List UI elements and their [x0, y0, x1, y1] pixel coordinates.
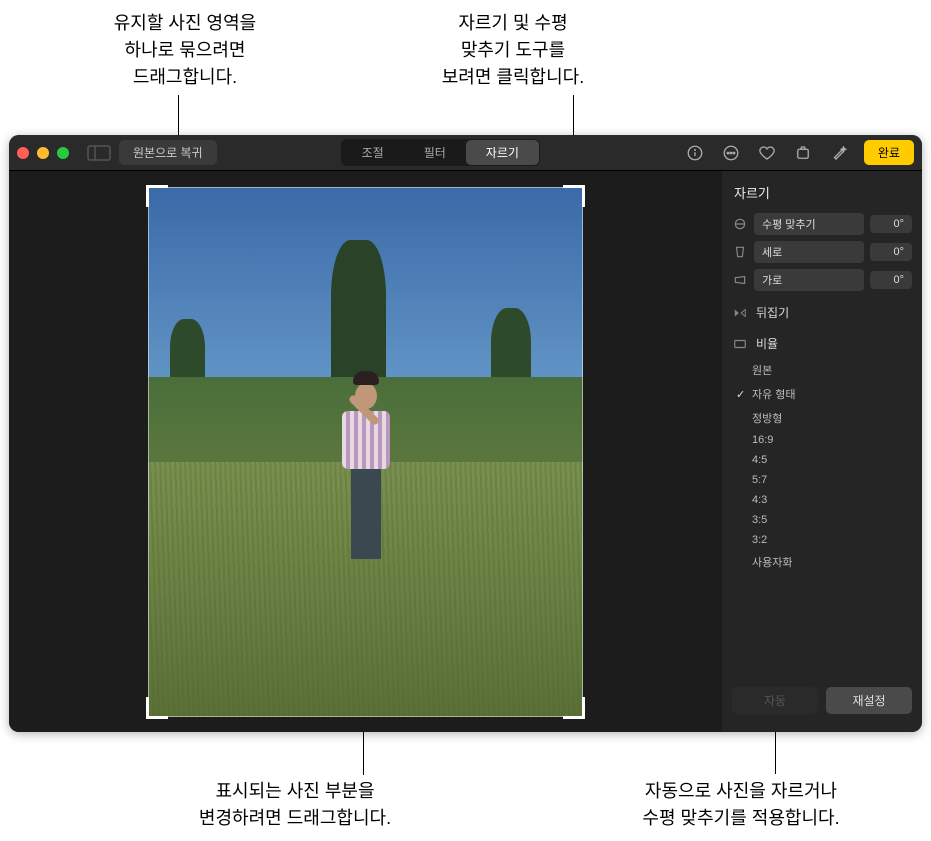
- favorite-icon[interactable]: [756, 142, 778, 164]
- vertical-slider[interactable]: 세로: [754, 241, 864, 263]
- straighten-icon: [732, 217, 748, 231]
- ratio-16-9[interactable]: 16:9: [734, 430, 922, 450]
- aspect-section: 비율: [722, 329, 922, 356]
- close-window-button[interactable]: [17, 147, 29, 159]
- ratio-4-5[interactable]: 4:5: [734, 450, 922, 470]
- thumbnail-toggle-icon[interactable]: [87, 145, 111, 161]
- callout-move-photo: 표시되는 사진 부분을 변경하려면 드래그합니다.: [170, 778, 420, 832]
- toolbar: 원본으로 복귀 조절 필터 자르기: [9, 135, 922, 171]
- info-icon[interactable]: [684, 142, 706, 164]
- tab-filters[interactable]: 필터: [404, 140, 466, 165]
- edit-mode-segments: 조절 필터 자르기: [341, 139, 540, 166]
- callout-line: [775, 726, 776, 774]
- ratio-square[interactable]: 정방형: [734, 406, 922, 430]
- ratio-3-5[interactable]: 3:5: [734, 510, 922, 530]
- tab-crop[interactable]: 자르기: [466, 140, 539, 165]
- auto-enhance-icon[interactable]: [828, 142, 850, 164]
- horizontal-slider[interactable]: 가로: [754, 269, 864, 291]
- ratio-custom[interactable]: 사용자화: [734, 550, 922, 574]
- auto-crop-button[interactable]: 자동: [732, 687, 818, 714]
- flip-label: 뒤집기: [756, 304, 789, 321]
- ratio-4-3[interactable]: 4:3: [734, 490, 922, 510]
- vertical-perspective-icon: [732, 245, 748, 259]
- aspect-label: 비율: [756, 335, 778, 352]
- ratio-3-2[interactable]: 3:2: [734, 530, 922, 550]
- flip-section[interactable]: 뒤집기: [722, 298, 922, 325]
- straighten-row: 수평 맞추기 0°: [722, 210, 922, 238]
- vertical-value[interactable]: 0°: [870, 243, 912, 261]
- aspect-ratio-list: 원본 자유 형태 정방형 16:9 4:5 5:7 4:3 3:5 3:2 사용…: [722, 356, 922, 578]
- flip-icon: [732, 306, 748, 320]
- callout-crop-tool: 자르기 및 수평 맞추기 도구를 보려면 클릭합니다.: [408, 10, 618, 91]
- straighten-slider[interactable]: 수평 맞추기: [754, 213, 864, 235]
- callout-crop-drag: 유지할 사진 영역을 하나로 묶으려면 드래그합니다.: [80, 10, 290, 91]
- minimize-window-button[interactable]: [37, 147, 49, 159]
- horizontal-perspective-icon: [732, 273, 748, 287]
- sidebar-title: 자르기: [722, 179, 922, 210]
- crop-frame[interactable]: [148, 187, 583, 717]
- aspect-ratio-icon: [732, 337, 748, 351]
- straighten-value[interactable]: 0°: [870, 215, 912, 233]
- sidebar-footer: 자동 재설정: [722, 677, 922, 724]
- revert-to-original-button[interactable]: 원본으로 복귀: [119, 140, 217, 165]
- fullscreen-window-button[interactable]: [57, 147, 69, 159]
- callout-line: [363, 728, 364, 775]
- ratio-original[interactable]: 원본: [734, 358, 922, 382]
- vertical-row: 세로 0°: [722, 238, 922, 266]
- toolbar-right-group: 완료: [684, 140, 914, 165]
- photo-preview[interactable]: [148, 187, 583, 717]
- horizontal-value[interactable]: 0°: [870, 271, 912, 289]
- extensions-icon[interactable]: [792, 142, 814, 164]
- more-icon[interactable]: [720, 142, 742, 164]
- window-controls: [17, 147, 69, 159]
- crop-sidebar: 자르기 수평 맞추기 0° 세로 0°: [722, 171, 922, 732]
- ratio-freeform[interactable]: 자유 형태: [734, 382, 922, 406]
- horizontal-row: 가로 0°: [722, 266, 922, 294]
- tab-adjust[interactable]: 조절: [342, 140, 404, 165]
- callout-auto-crop: 자동으로 사진을 자르거나 수평 맞추기를 적용합니다.: [616, 778, 866, 832]
- reset-crop-button[interactable]: 재설정: [826, 687, 912, 714]
- ratio-5-7[interactable]: 5:7: [734, 470, 922, 490]
- photos-edit-window: 원본으로 복귀 조절 필터 자르기: [9, 135, 922, 732]
- done-button[interactable]: 완료: [864, 140, 914, 165]
- canvas-area: [9, 171, 722, 732]
- content-area: 자르기 수평 맞추기 0° 세로 0°: [9, 171, 922, 732]
